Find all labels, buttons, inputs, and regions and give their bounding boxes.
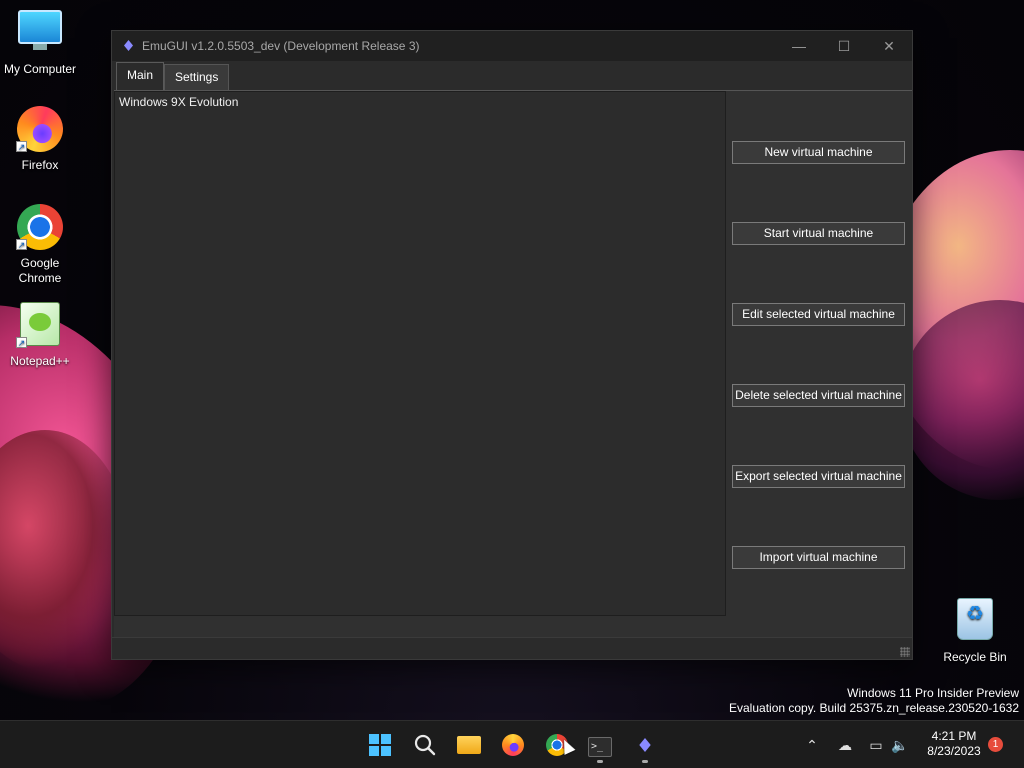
close-button[interactable]: ✕ [866, 31, 912, 61]
new-vm-button[interactable]: New virtual machine [732, 141, 905, 164]
tray-overflow-chevron-icon[interactable]: ⌃ [800, 721, 824, 768]
export-vm-button[interactable]: Export selected virtual machine [732, 465, 905, 488]
desktop-icon-label: Recycle Bin [943, 650, 1007, 664]
status-bar [112, 637, 912, 659]
taskbar-firefox[interactable] [493, 729, 533, 761]
taskbar-file-explorer[interactable] [449, 729, 489, 761]
maximize-button[interactable]: ☐ [821, 31, 867, 61]
desktop-icon-notepadpp[interactable]: ↗ Notepad++ [0, 302, 80, 369]
shortcut-arrow-icon: ↗ [16, 141, 27, 152]
desktop-icon-label: Google Chrome [18, 256, 62, 285]
shortcut-arrow-icon: ↗ [16, 337, 27, 348]
taskbar-terminal[interactable]: >_ [580, 729, 620, 763]
vm-list[interactable]: Windows 9X Evolution [114, 91, 726, 616]
emugui-window: EmuGUI v1.2.0.5503_dev (Development Rele… [111, 30, 913, 660]
main-tab-panel: Windows 9X Evolution New virtual machine… [114, 90, 912, 638]
desktop-icon-my-computer[interactable]: My Computer [0, 10, 80, 77]
title-bar[interactable]: EmuGUI v1.2.0.5503_dev (Development Rele… [112, 31, 912, 61]
taskbar-clock[interactable]: 4:21 PM 8/23/2023 [916, 729, 992, 759]
running-indicator [642, 760, 648, 763]
desktop-icon-label: Firefox [21, 158, 59, 172]
watermark-line: Windows 11 Pro Insider Preview [847, 686, 1019, 700]
terminal-icon: >_ [588, 737, 612, 757]
emugui-icon [639, 738, 651, 752]
tab-main[interactable]: Main [116, 62, 164, 90]
desktop-icon-label: Notepad++ [10, 354, 70, 368]
recycle-bin-icon [951, 598, 999, 646]
notification-badge[interactable]: 1 [988, 737, 1003, 752]
file-explorer-icon [457, 736, 481, 754]
onedrive-cloud-icon[interactable]: ☁ [833, 721, 857, 768]
desktop-icon-recycle-bin[interactable]: Recycle Bin [935, 598, 1015, 665]
monitor-icon [16, 10, 64, 58]
volume-icon[interactable]: 🔈 [888, 721, 912, 768]
start-button[interactable] [360, 729, 400, 761]
desktop-icon-firefox[interactable]: ↗ Firefox [0, 106, 80, 173]
network-icon[interactable]: ▭ [864, 721, 888, 768]
search-button[interactable] [405, 729, 445, 761]
start-vm-button[interactable]: Start virtual machine [732, 222, 905, 245]
desktop-icon-label: My Computer [3, 62, 77, 76]
minimize-button[interactable]: — [776, 31, 822, 61]
start-icon [369, 734, 391, 756]
import-vm-button[interactable]: Import virtual machine [732, 546, 905, 569]
search-icon [414, 734, 436, 756]
delete-vm-button[interactable]: Delete selected virtual machine [732, 384, 905, 407]
shortcut-arrow-icon: ↗ [16, 239, 27, 250]
running-indicator [597, 760, 603, 763]
notepadpp-icon: ↗ [16, 302, 64, 350]
emugui-app-icon [124, 40, 133, 51]
edit-vm-button[interactable]: Edit selected virtual machine [732, 303, 905, 326]
watermark-line: Evaluation copy. Build 25375.zn_release.… [729, 701, 1019, 715]
vm-list-item[interactable]: Windows 9X Evolution [119, 95, 238, 109]
taskbar-emugui[interactable] [625, 729, 665, 763]
tab-settings[interactable]: Settings [164, 64, 229, 90]
windows-watermark: Windows 11 Pro Insider Preview Evaluatio… [729, 686, 1019, 716]
chrome-icon: ↗ [16, 204, 64, 252]
resize-grip-icon[interactable] [900, 647, 910, 657]
clock-date: 8/23/2023 [927, 744, 981, 758]
firefox-icon: ↗ [16, 106, 64, 154]
firefox-icon [502, 734, 524, 756]
taskbar: >_ ⌃ ☁ ▭ 🔈 4:21 PM 8/23/2023 1 [0, 720, 1024, 768]
desktop-icon-chrome[interactable]: ↗ Google Chrome [0, 204, 80, 286]
clock-time: 4:21 PM [931, 729, 977, 743]
window-title: EmuGUI v1.2.0.5503_dev (Development Rele… [142, 39, 420, 53]
